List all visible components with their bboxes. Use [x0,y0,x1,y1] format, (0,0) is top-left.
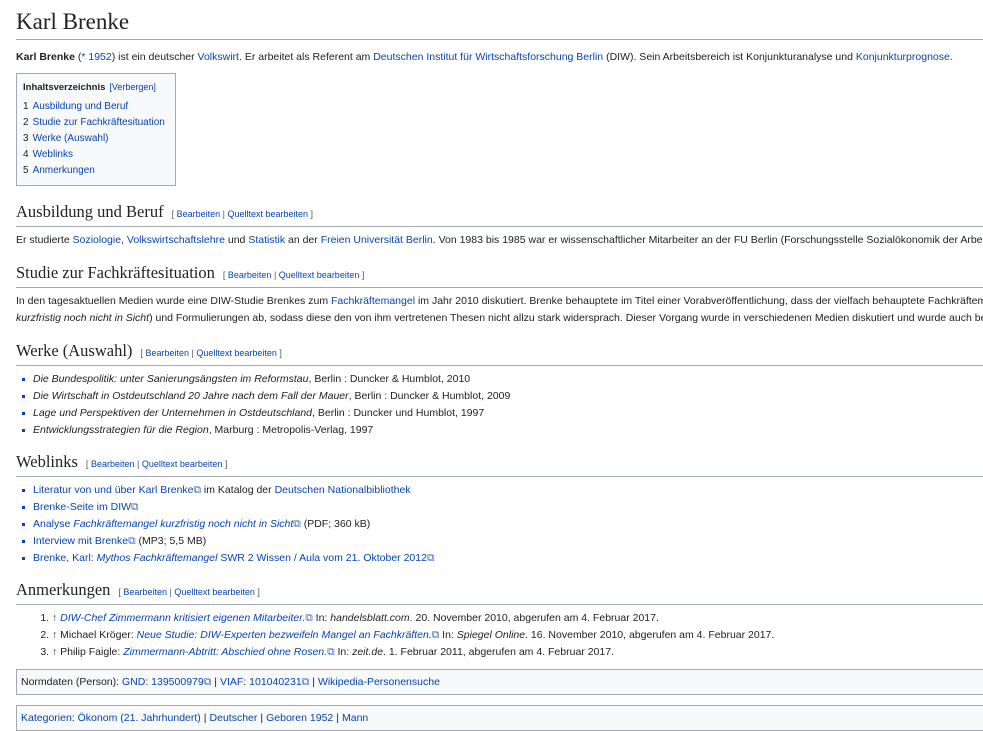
external-link-icon: ⧉ [293,518,301,530]
edit-source-link[interactable]: Quelltext bearbeiten [227,209,308,219]
toc-title: Inhaltsverzeichnis [23,82,106,93]
reference-item: ↑ Philip Faigle: Zimmermann-Abtritt: Abs… [52,644,983,661]
category-link[interactable]: Deutscher [210,712,258,724]
analyse-link[interactable]: Analyse Fachkräftemangel kurzfristig noc… [33,518,301,530]
toc-item[interactable]: 4 Weblinks [23,147,169,163]
statistik-link[interactable]: Statistik [248,234,285,246]
ref-link-zeit[interactable]: Zimmermann-Abtritt: Abschied ohne Rosen.… [123,646,334,658]
normdaten-box: Normdaten (Person): GND: 139500979⧉ | VIAF… [16,669,983,695]
vwl-link[interactable]: Volkswirtschaftslehre [127,234,225,246]
viaf-label-link[interactable]: VIAF [220,676,243,688]
intro-name: Karl Brenke [16,51,75,63]
references-list: ↑ DIW-Chef Zimmermann kritisiert eigenen… [16,610,983,661]
toc-toggle-link[interactable]: [Verbergen] [109,82,156,92]
ref-link-spiegel[interactable]: Neue Studie: DIW-Experten bezweifeln Man… [137,629,440,641]
category-link[interactable]: Ökonom (21. Jahrhundert) [78,712,201,724]
normdaten-label: Normdaten (Person): [21,676,122,688]
edit-links: [ Bearbeiten | Quelltext bearbeiten ] [118,587,260,597]
external-link-icon: ⧉ [193,484,202,496]
section-heading-werke: Werke (Auswahl)[ Bearbeiten | Quelltext … [16,341,983,366]
edit-link[interactable]: Bearbeiten [177,209,221,219]
list-item: Brenke-Seite im DIW⧉ [22,499,983,516]
werke-list: Die Bundespolitik: unter Sanierungsängst… [16,371,983,439]
toc-item[interactable]: 3 Werke (Auswahl) [23,131,169,147]
edit-link[interactable]: Bearbeiten [145,348,189,358]
toc-item[interactable]: 2 Studie zur Fachkräftesituation [23,115,169,131]
external-link-icon: ⧉ [426,552,435,564]
categories-box: Kategorien: Ökonom (21. Jahrhundert) | Deu… [16,705,983,731]
section-heading-weblinks: Weblinks[ Bearbeiten | Quelltext bearbei… [16,452,983,477]
edit-links: [ Bearbeiten | Quelltext bearbeiten ] [85,459,228,469]
backlink-arrow[interactable]: ↑ [52,612,57,624]
edit-source-link[interactable]: Quelltext bearbeiten [142,459,223,469]
external-link-icon: ⧉ [301,676,310,688]
edit-source-link[interactable]: Quelltext bearbeiten [279,270,360,280]
ref-link-handelsblatt[interactable]: DIW-Chef Zimmermann kritisiert eigenen M… [60,612,313,624]
edit-link[interactable]: Bearbeiten [123,587,167,597]
table-of-contents: Inhaltsverzeichnis [Verbergen] 1 Ausbildun… [16,73,176,186]
ausbildung-paragraph: Er studierte Soziologie, Volkswirtschaft… [16,234,983,246]
section-heading-ausbildung: Ausbildung und Beruf[ Bearbeiten | Quell… [16,202,983,227]
diw-link[interactable]: Deutschen Institut für Wirtschaftsforsch… [373,51,603,63]
edit-source-link[interactable]: Quelltext bearbeiten [196,348,277,358]
edit-link[interactable]: Bearbeiten [228,270,272,280]
interview-link[interactable]: Interview mit Brenke⧉ [33,535,136,547]
fu-berlin-link[interactable]: Freien Universität Berlin [321,234,433,246]
list-item: Lage und Perspektiven der Unternehmen in… [22,405,983,422]
toc-link-weblinks[interactable]: Weblinks [33,149,73,160]
intro-paragraph: Karl Brenke (* 1952) ist ein deutscher V… [16,51,953,63]
toc-header: Inhaltsverzeichnis [Verbergen] [23,80,169,95]
edit-links: [ Bearbeiten | Quelltext bearbeiten ] [140,348,282,358]
section-heading-anmerkungen: Anmerkungen[ Bearbeiten | Quelltext bear… [16,580,983,605]
category-link[interactable]: Geboren 1952 [266,712,333,724]
fachkraeftemangel-link[interactable]: Fachkräftemangel [331,295,415,307]
viaf-value-link[interactable]: 101040231⧉ [249,676,309,688]
list-item: Die Wirtschaft in Ostdeutschland 20 Jahr… [22,388,983,405]
external-link-icon: ⧉ [305,612,313,624]
reference-item: ↑ DIW-Chef Zimmermann kritisiert eigenen… [52,610,983,627]
external-link-icon: ⧉ [131,501,139,513]
toc-item[interactable]: 5 Anmerkungen [23,163,169,179]
studie-paragraph-line2: kurzfristig noch nicht in Sicht) und For… [16,312,983,324]
categories-label-link[interactable]: Kategorien [21,712,72,724]
edit-link[interactable]: Bearbeiten [91,459,135,469]
backlink-arrow[interactable]: ↑ [52,646,57,658]
list-item: Die Bundespolitik: unter Sanierungsängst… [22,371,983,388]
toc-link-anmerkungen[interactable]: Anmerkungen [33,165,95,176]
list-item: Brenke, Karl: Mythos Fachkräftemangel SW… [22,550,983,567]
studie-paragraph-line1: In den tagesaktuellen Medien wurde eine … [16,295,983,307]
external-link-icon: ⧉ [327,646,335,658]
toc-link-werke[interactable]: Werke (Auswahl) [33,133,109,144]
gnd-label-link[interactable]: GND [122,676,145,688]
edit-links: [ Bearbeiten | Quelltext bearbeiten ] [171,209,314,219]
literatur-link[interactable]: Literatur von und über Karl Brenke⧉ [33,484,201,496]
category-link[interactable]: Mann [342,712,368,724]
toc-link-studie[interactable]: Studie zur Fachkräftesituation [33,117,165,128]
volkswirt-link[interactable]: Volkswirt [198,51,239,63]
section-heading-studie: Studie zur Fachkräftesituation[ Bearbeit… [16,263,983,288]
soziologie-link[interactable]: Soziologie [73,234,121,246]
list-item: Entwicklungsstrategien für die Region, M… [22,422,983,439]
toc-item[interactable]: 1 Ausbildung und Beruf [23,99,169,115]
gnd-value-link[interactable]: 139500979⧉ [151,676,211,688]
swr-link[interactable]: Brenke, Karl: Mythos Fachkräftemangel SW… [33,552,434,564]
external-link-icon: ⧉ [128,535,136,547]
konjunkturprognose-link[interactable]: Konjunkturprognose [856,51,950,63]
list-item: Literatur von und über Karl Brenke⧉ im K… [22,482,983,499]
birth-year-link[interactable]: * 1952 [81,51,111,63]
article: Karl Brenke Karl Brenke (* 1952) ist ein… [16,0,983,731]
reference-item: ↑ Michael Kröger: Neue Studie: DIW-Exper… [52,627,983,644]
dnb-link[interactable]: Deutschen Nationalbibliothek [275,484,411,496]
edit-source-link[interactable]: Quelltext bearbeiten [174,587,255,597]
list-item: Analyse Fachkräftemangel kurzfristig noc… [22,516,983,533]
weblinks-list: Literatur von und über Karl Brenke⧉ im K… [16,482,983,567]
toc-link-ausbildung[interactable]: Ausbildung und Beruf [33,101,129,112]
external-link-icon: ⧉ [203,676,212,688]
backlink-arrow[interactable]: ↑ [52,629,57,641]
personensuche-link[interactable]: Wikipedia-Personensuche [318,676,440,688]
diw-page-link[interactable]: Brenke-Seite im DIW⧉ [33,501,139,513]
edit-links: [ Bearbeiten | Quelltext bearbeiten ] [222,270,365,280]
page-title: Karl Brenke [16,0,983,40]
list-item: Interview mit Brenke⧉ (MP3; 5,5 MB) [22,533,983,550]
